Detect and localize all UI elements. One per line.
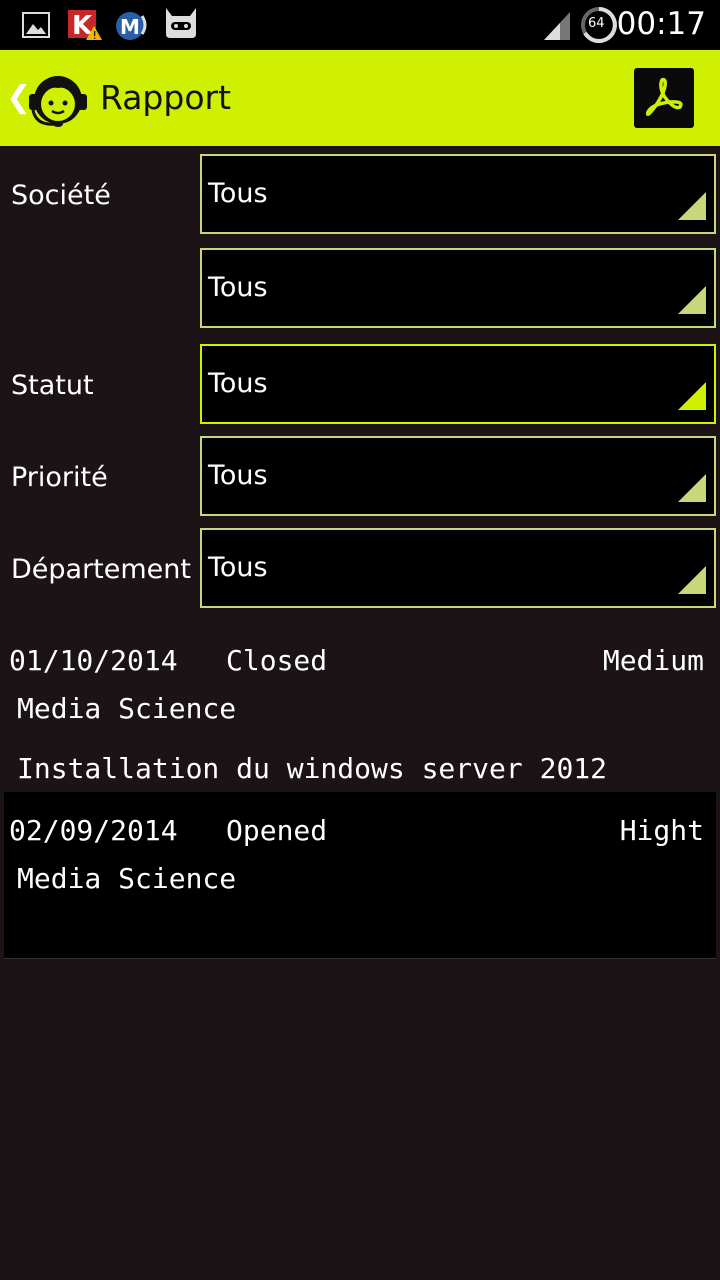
statut-spinner[interactable]: Tous (200, 344, 716, 424)
ticket-date: 02/09/2014 (9, 814, 178, 847)
ticket-row[interactable]: 01/10/2014 Closed Medium Media Science I… (0, 630, 720, 790)
spinner-value: Tous (208, 552, 268, 583)
dropdown-triangle-icon (678, 192, 706, 224)
dropdown-triangle-icon (678, 286, 706, 318)
departement-spinner[interactable]: Tous (200, 528, 716, 608)
signal-icon (542, 8, 572, 46)
ticket-status: Opened (226, 814, 328, 847)
status-bar: K ! M 64 00:17 (0, 0, 720, 50)
ticket-company: Media Science (17, 862, 237, 895)
spinner-value: Tous (208, 178, 268, 209)
spinner-value: Tous (208, 272, 268, 303)
filter-label-priorite: Priorité (11, 462, 108, 493)
page-title: Rapport (100, 78, 232, 117)
export-pdf-button[interactable] (634, 68, 694, 128)
svg-text:!: ! (93, 29, 97, 42)
filter-label-statut: Statut (11, 370, 94, 401)
ticket-priority: Medium (602, 644, 704, 677)
priorite-spinner[interactable]: Tous (200, 436, 716, 516)
filter-label-departement: Département (11, 554, 191, 585)
filter-label-societe: Société (11, 180, 111, 211)
ticket-subject: Installation du windows server 2012 (17, 752, 608, 785)
cyanogenmod-icon (162, 6, 200, 44)
image-notification-icon (22, 12, 50, 42)
ticket-date: 01/10/2014 (9, 644, 178, 677)
kaspersky-warning-icon: K ! (66, 8, 102, 46)
battery-level-text: 64 (588, 16, 605, 31)
dropdown-triangle-icon (678, 474, 706, 506)
headset-support-icon[interactable] (24, 64, 92, 132)
svg-text:M: M (120, 15, 140, 39)
societe-spinner[interactable]: Tous (200, 154, 716, 234)
clock: 00:17 (616, 6, 706, 42)
dropdown-triangle-icon (678, 566, 706, 598)
ticket-status: Closed (226, 644, 328, 677)
malwarebytes-icon: M (112, 8, 152, 46)
ticket-row[interactable]: 02/09/2014 Opened Hight Media Science (4, 792, 716, 959)
spinner-value: Tous (208, 460, 268, 491)
action-bar: ❮ Rapport (0, 50, 720, 146)
sub-company-spinner[interactable]: Tous (200, 248, 716, 328)
spinner-value: Tous (208, 368, 268, 399)
ticket-company: Media Science (17, 692, 237, 725)
dropdown-triangle-icon (678, 382, 706, 414)
ticket-priority: Hight (619, 814, 704, 847)
